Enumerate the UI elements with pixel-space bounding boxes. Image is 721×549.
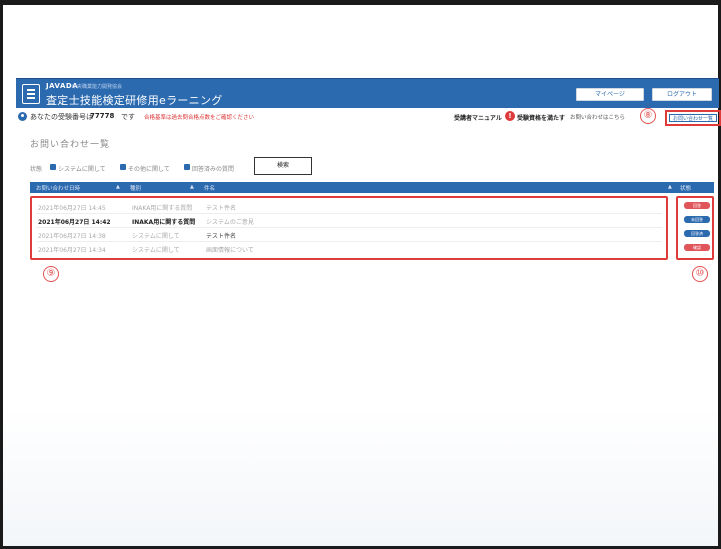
annotation-marker-8: ⑧ xyxy=(640,108,656,124)
cell-date: 2021年06月27日 14:42 xyxy=(38,219,111,226)
col-status[interactable]: 状態 xyxy=(680,184,691,192)
table-row[interactable]: 2021年06月27日 14:45 INAKA用に関する質問 テスト件名 xyxy=(36,200,662,214)
user-info-bar: あなたの受験番号は 77778 です 合格基準は過去問合格点数をご確認ください … xyxy=(16,110,719,124)
cell-date: 2021年06月27日 14:45 xyxy=(38,205,106,212)
filter-option-other: その他に関して xyxy=(128,166,170,173)
annotation-marker-10: ⑩ xyxy=(692,266,708,282)
inquiry-list-button[interactable]: お問い合わせ一覧 xyxy=(669,114,717,122)
cell-subject: テスト件名 xyxy=(206,205,237,212)
brand-org: 中央職業能力開発協会 xyxy=(72,84,123,90)
qualification-link[interactable]: 受験資格を満たす xyxy=(517,113,565,122)
sort-icon[interactable]: ▲ xyxy=(190,184,194,190)
sort-icon[interactable]: ▲ xyxy=(668,184,672,190)
user-prefix: あなたの受験番号は xyxy=(30,113,93,121)
cell-type: システムに関して xyxy=(132,233,180,240)
status-button[interactable]: 未回答 xyxy=(684,216,710,223)
table-row[interactable]: 2021年06月27日 14:38 システムに関して テスト件名 xyxy=(36,228,662,242)
table-row[interactable]: 2021年06月27日 14:42 INAKA用に関する質問 システムのご意見 xyxy=(36,214,662,228)
cell-subject: システムのご意見 xyxy=(206,219,254,226)
notice-text: 合格基準は過去問合格点数をご確認ください xyxy=(144,115,255,121)
contact-link[interactable]: お問い合わせはこちら xyxy=(570,113,625,121)
reply-button[interactable]: 回答 xyxy=(684,202,710,209)
filter-checkbox-system[interactable] xyxy=(50,164,56,170)
rows-highlight: 2021年06月27日 14:45 INAKA用に関する質問 テスト件名 202… xyxy=(30,196,668,260)
clipboard-logo-icon xyxy=(22,84,40,104)
logout-button[interactable]: ログアウト xyxy=(652,88,712,101)
cell-type: システムに関して xyxy=(132,247,180,254)
col-type[interactable]: 種別 xyxy=(130,184,141,192)
cell-type: INAKA用に関する質問 xyxy=(132,205,193,212)
confirm-button[interactable]: 確認 xyxy=(684,244,710,251)
filter-option-answered: 回答済みの質問 xyxy=(192,166,235,173)
cell-type: INAKA用に関する質問 xyxy=(132,219,196,226)
user-icon xyxy=(18,112,27,121)
cell-subject: テスト件名 xyxy=(206,233,237,240)
status-button[interactable]: 回答済 xyxy=(684,230,710,237)
page-title: お問い合わせ一覧 xyxy=(30,140,111,150)
search-button[interactable]: 検索 xyxy=(254,157,312,175)
manual-link[interactable]: 受講者マニュアル xyxy=(454,113,502,122)
filter-checkbox-other[interactable] xyxy=(120,164,126,170)
col-subject[interactable]: 件名 xyxy=(204,184,215,192)
sort-icon[interactable]: ▲ xyxy=(116,184,120,190)
table-header: お問い合わせ日時 ▲ 種別 ▲ 件名 ▲ 状態 xyxy=(30,182,714,193)
filter-checkbox-answered[interactable] xyxy=(184,164,190,170)
cell-subject: 画面情報について xyxy=(206,247,254,254)
filter-label: 状態 xyxy=(30,166,43,173)
app-title: 査定士技能検定研修用eラーニング xyxy=(46,94,223,107)
user-id: 77778 xyxy=(90,112,115,120)
cell-date: 2021年06月27日 14:38 xyxy=(38,233,106,240)
actions-highlight: 回答 未回答 回答済 確認 xyxy=(676,196,714,260)
warning-icon: ! xyxy=(505,111,515,121)
cell-date: 2021年06月27日 14:34 xyxy=(38,247,106,254)
table-row[interactable]: 2021年06月27日 14:34 システムに関して 画面情報について xyxy=(36,242,662,256)
annotation-marker-9: ⑨ xyxy=(43,266,59,282)
filter-option-system: システムに関して xyxy=(58,166,106,173)
col-date[interactable]: お問い合わせ日時 xyxy=(36,184,80,192)
inquiry-button-highlight: お問い合わせ一覧 xyxy=(665,110,721,126)
mypage-button[interactable]: マイページ xyxy=(576,88,644,101)
app-header: JAVADA 中央職業能力開発協会 査定士技能検定研修用eラーニング マイページ… xyxy=(16,78,719,108)
user-suffix: です xyxy=(121,113,135,121)
